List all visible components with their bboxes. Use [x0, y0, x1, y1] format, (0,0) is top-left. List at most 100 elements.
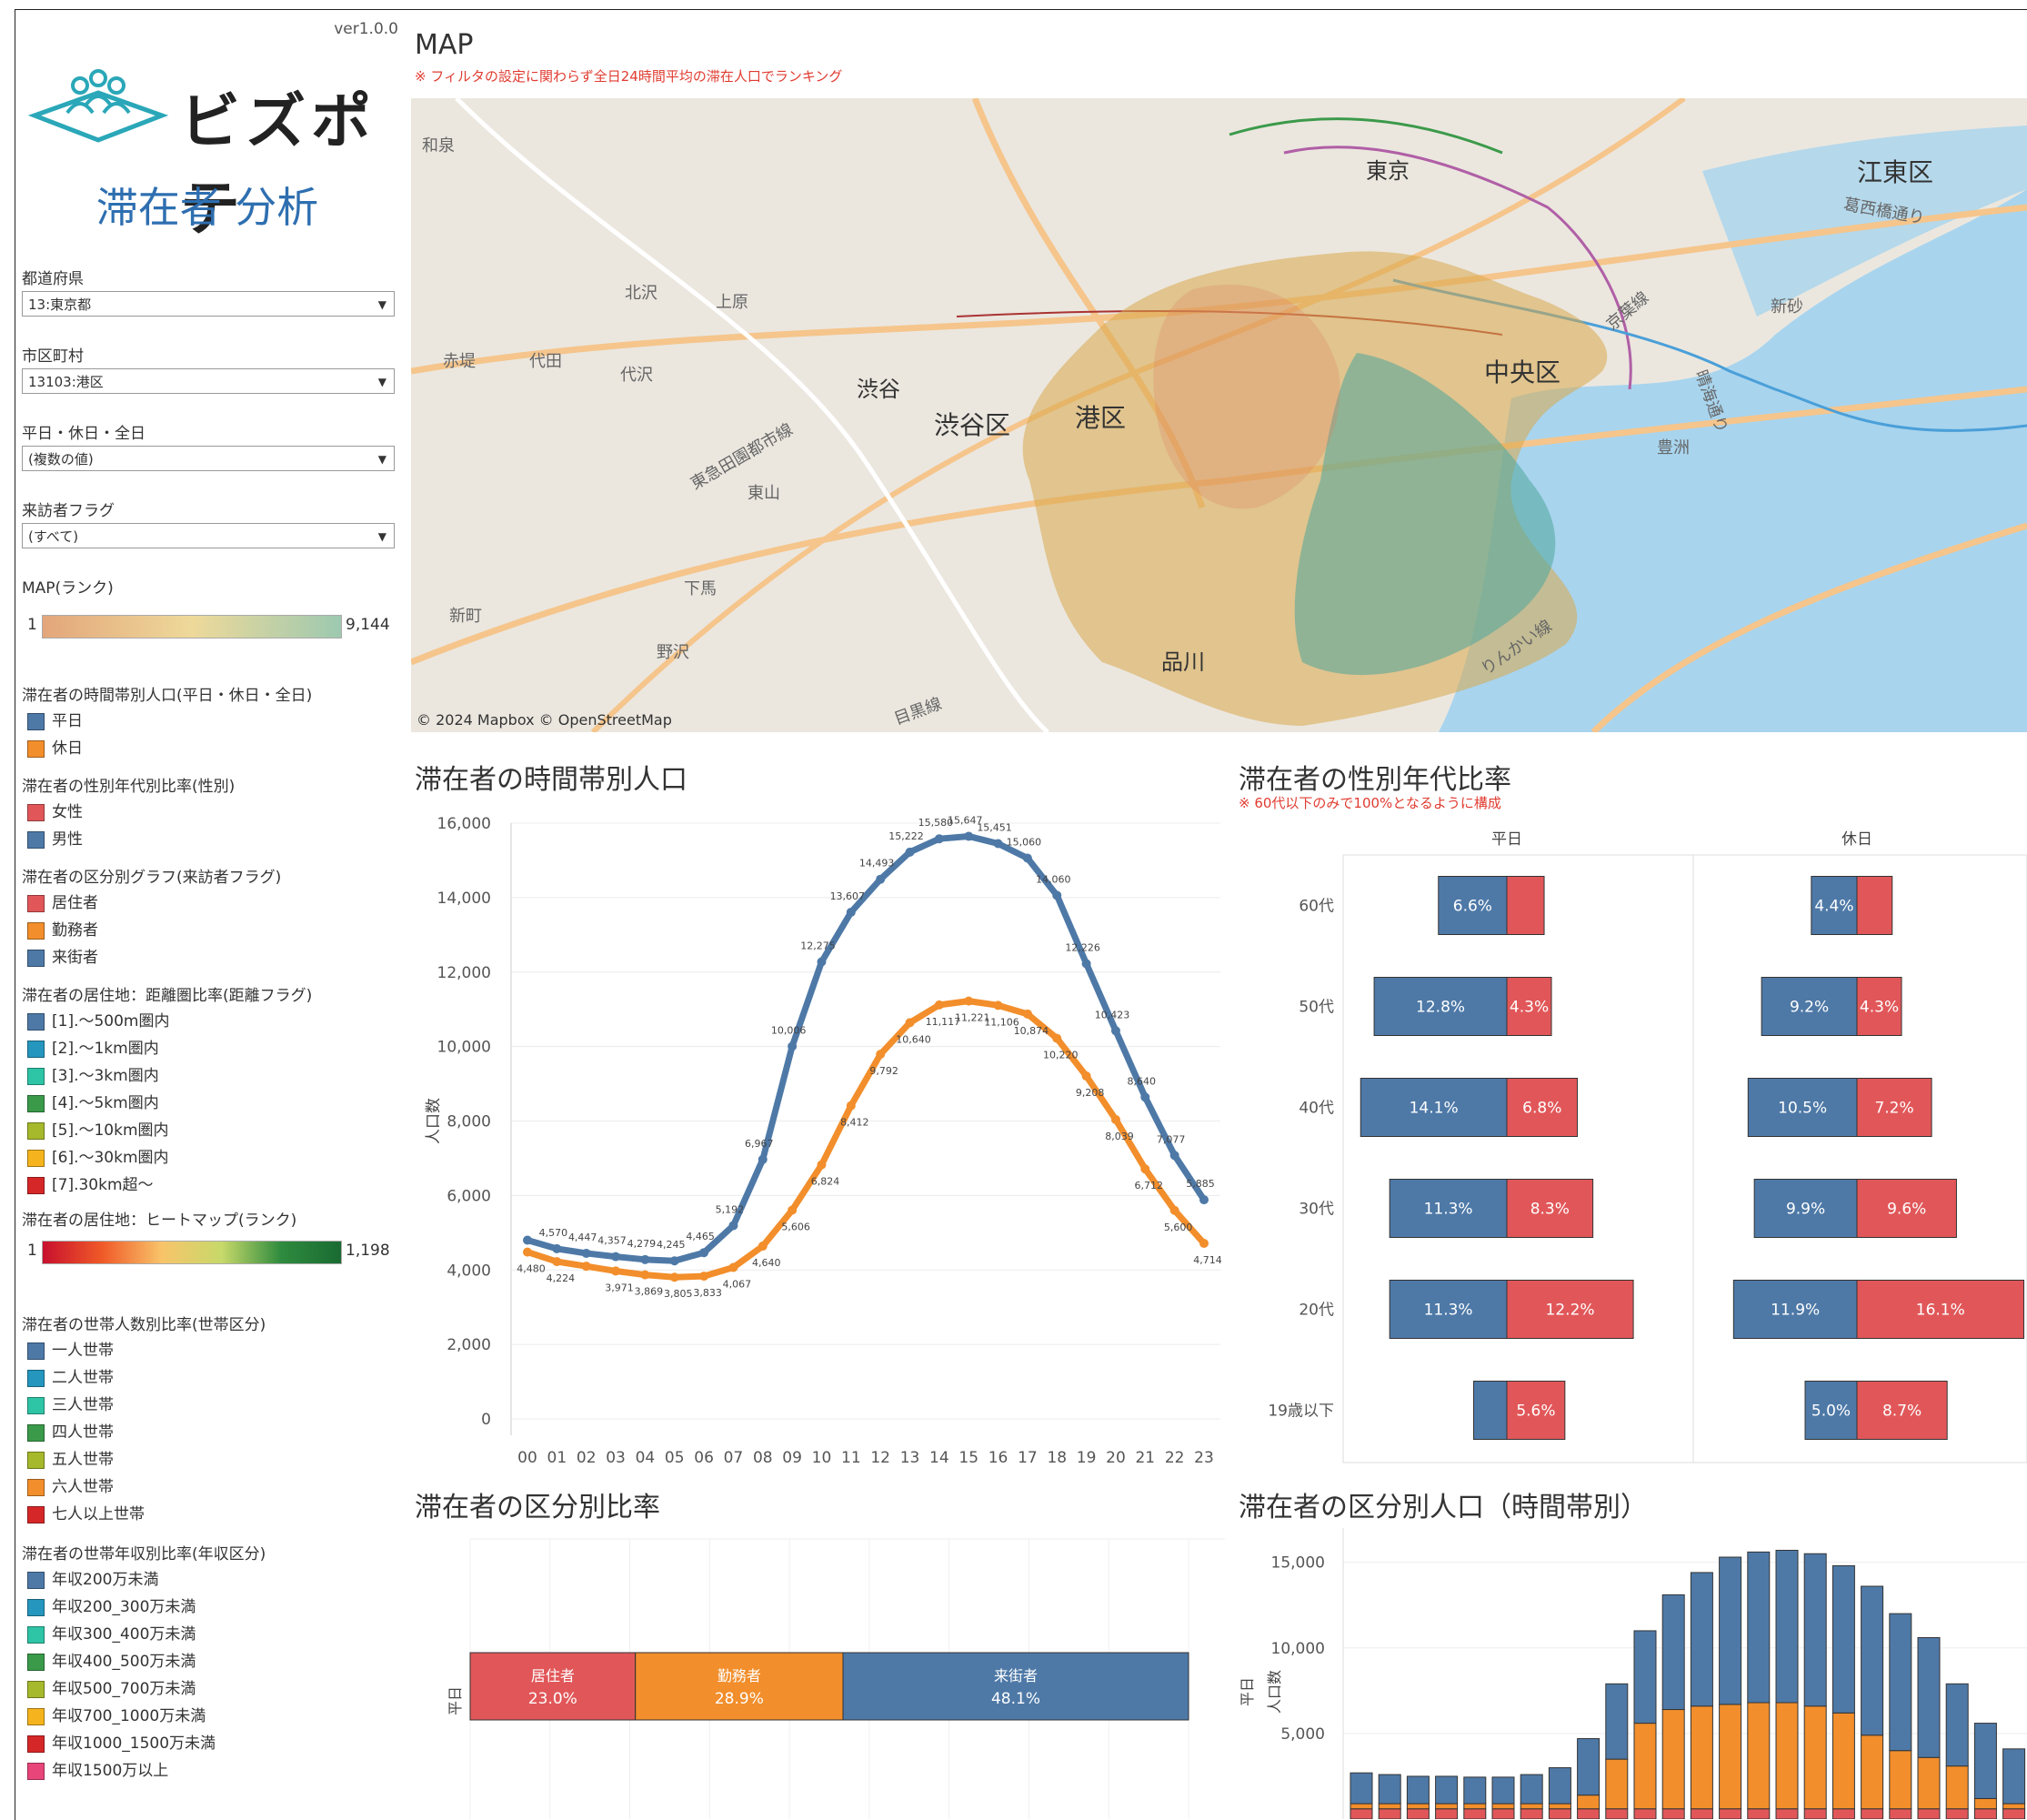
- filter-select-prefecture[interactable]: 13:東京都 ▼: [22, 291, 395, 317]
- legend-label: 年収1000_1500万未満: [52, 1735, 216, 1753]
- legend-item[interactable]: [1].〜500m圏内: [27, 1011, 170, 1031]
- legend-label: [4].〜5km圏内: [52, 1094, 159, 1112]
- legend-item[interactable]: 休日: [27, 739, 83, 759]
- legend-label: 六人世帯: [52, 1478, 114, 1496]
- legend-item[interactable]: 勤務者: [27, 920, 98, 940]
- legend-swatch: [27, 1571, 45, 1589]
- kubun-time-chart: 5,000 10,000 15,000 平日 人口数: [1239, 1528, 2027, 1819]
- female-value-label: 5.6%: [1516, 1403, 1555, 1421]
- legend-item[interactable]: [6].〜30km圏内: [27, 1148, 169, 1168]
- filter-label-prefecture: 都道府県: [22, 270, 84, 288]
- legend-item[interactable]: 年収1000_1500万未満: [27, 1734, 216, 1754]
- filter-select-visitor[interactable]: (すべて) ▼: [22, 523, 395, 548]
- map-credit: © 2024 Mapbox © OpenStreetMap: [416, 711, 672, 729]
- legend-distance-title: 滞在者の居住地：距離圏比率(距離フラグ): [22, 987, 313, 1005]
- data-point: [876, 1050, 886, 1060]
- legend-item[interactable]: 七人以上世帯: [27, 1504, 145, 1524]
- male-bar: [1473, 1381, 1508, 1440]
- map-label-tokyo: 東京: [1366, 158, 1410, 184]
- stacked-column-segment: [1775, 1808, 1799, 1819]
- legend-item[interactable]: [5].〜10km圏内: [27, 1121, 169, 1141]
- data-label: 3,833: [693, 1287, 722, 1299]
- y-tick-label: 8,000: [447, 1113, 491, 1131]
- stacked-column-segment: [1350, 1772, 1373, 1805]
- legend-label: 二人世帯: [52, 1369, 114, 1387]
- legend-gender-title: 滞在者の性別年代別比率(性別): [22, 778, 236, 796]
- legend-item[interactable]: 年収200_300万未満: [27, 1597, 196, 1617]
- map-label-wasen: 和泉: [422, 136, 455, 156]
- stacked-column-segment: [1690, 1572, 1713, 1707]
- stacked-column-segment: [1775, 1702, 1799, 1810]
- stacked-column-segment: [1803, 1808, 1827, 1819]
- map-rank-gradient: [42, 615, 342, 639]
- legend-swatch: [27, 1121, 45, 1140]
- legend-swatch: [27, 1625, 45, 1644]
- legend-item[interactable]: 一人世帯: [27, 1341, 114, 1361]
- legend-item[interactable]: 年収1500万以上: [27, 1761, 168, 1781]
- data-label: 4,279: [627, 1238, 657, 1250]
- legend-item[interactable]: [7].30km超〜: [27, 1175, 154, 1195]
- legend-item[interactable]: [4].〜5km圏内: [27, 1093, 159, 1113]
- time-chart-title: 滞在者の時間帯別人口: [415, 764, 687, 796]
- stacked-column-segment: [1491, 1808, 1515, 1819]
- data-point: [993, 1000, 1003, 1011]
- stacked-column-segment: [1831, 1808, 1855, 1819]
- legend-item[interactable]: [2].〜1km圏内: [27, 1039, 159, 1059]
- y-axis-label: 人口数: [425, 1098, 443, 1144]
- legend-item[interactable]: 四人世帯: [27, 1423, 114, 1443]
- legend-item[interactable]: 女性: [27, 802, 83, 822]
- legend-swatch: [27, 1396, 45, 1414]
- filter-select-daytype[interactable]: (複数の値) ▼: [22, 446, 395, 471]
- male-value-label: 5.0%: [1811, 1403, 1851, 1421]
- data-label: 12,226: [1065, 941, 1100, 953]
- legend-item[interactable]: [3].〜3km圏内: [27, 1066, 159, 1086]
- legend-label: 勤務者: [52, 921, 98, 940]
- legend-item[interactable]: 男性: [27, 830, 83, 850]
- y-tick-label: 12,000: [437, 964, 491, 982]
- legend-swatch: [27, 830, 45, 849]
- legend-household-title: 滞在者の世帯人数別比率(世帯区分): [22, 1316, 266, 1334]
- plot-frame: [1342, 854, 2027, 1463]
- data-point: [1169, 1205, 1179, 1215]
- female-value-label: 9.6%: [1887, 1201, 1926, 1219]
- stacked-column-segment: [1945, 1808, 1969, 1819]
- legend-item[interactable]: 三人世帯: [27, 1395, 114, 1415]
- data-label: 4,465: [686, 1231, 715, 1242]
- stacked-column-segment: [1406, 1775, 1430, 1805]
- legend-item[interactable]: 年収400_500万未満: [27, 1652, 196, 1672]
- legend-label: 年収1500万以上: [52, 1762, 169, 1780]
- data-point: [523, 1247, 532, 1257]
- legend-item[interactable]: 年収300_400万未満: [27, 1624, 196, 1644]
- filter-select-city[interactable]: 13103:港区 ▼: [22, 368, 395, 394]
- legend-item[interactable]: 年収200万未満: [27, 1570, 158, 1590]
- legend-item[interactable]: 五人世帯: [27, 1450, 114, 1470]
- legend-item[interactable]: 居住者: [27, 893, 98, 913]
- y-tick-label: 10,000: [437, 1039, 491, 1057]
- legend-swatch: [27, 1342, 45, 1360]
- filter-label-city: 市区町村: [22, 347, 84, 366]
- data-point: [876, 874, 886, 884]
- legend-item[interactable]: 年収700_1000万未満: [27, 1706, 206, 1726]
- legend-item[interactable]: 来街者: [27, 948, 98, 968]
- legend-swatch: [27, 1176, 45, 1194]
- y-tick-label: 2,000: [447, 1336, 491, 1354]
- stacked-column-segment: [1889, 1613, 1912, 1752]
- data-label: 13,607: [830, 890, 866, 902]
- stacked-column-segment: [1661, 1594, 1685, 1711]
- map-view[interactable]: 江東区 中央区 渋谷区 港区 東京 渋谷 品川 和泉 北沢 上原 赤堤 代田 代…: [411, 98, 2027, 732]
- data-point: [1199, 1239, 1209, 1249]
- female-value-label: 6.8%: [1522, 1100, 1561, 1118]
- y-tick-label: 16,000: [437, 815, 491, 833]
- y-tick-label: 10,000: [1271, 1640, 1325, 1658]
- stacked-column-segment: [1520, 1774, 1543, 1805]
- stacked-column-segment: [1577, 1738, 1601, 1796]
- data-point: [699, 1272, 709, 1282]
- legend-label: [2].〜1km圏内: [52, 1040, 159, 1058]
- legend-item[interactable]: 二人世帯: [27, 1368, 114, 1388]
- legend-item[interactable]: 年収500_700万未満: [27, 1679, 196, 1699]
- legend-item[interactable]: 平日: [27, 711, 83, 731]
- chevron-down-icon: ▼: [377, 453, 386, 466]
- stacked-column-segment: [1605, 1683, 1629, 1760]
- stacked-column-segment: [1719, 1704, 1742, 1810]
- legend-item[interactable]: 六人世帯: [27, 1477, 114, 1497]
